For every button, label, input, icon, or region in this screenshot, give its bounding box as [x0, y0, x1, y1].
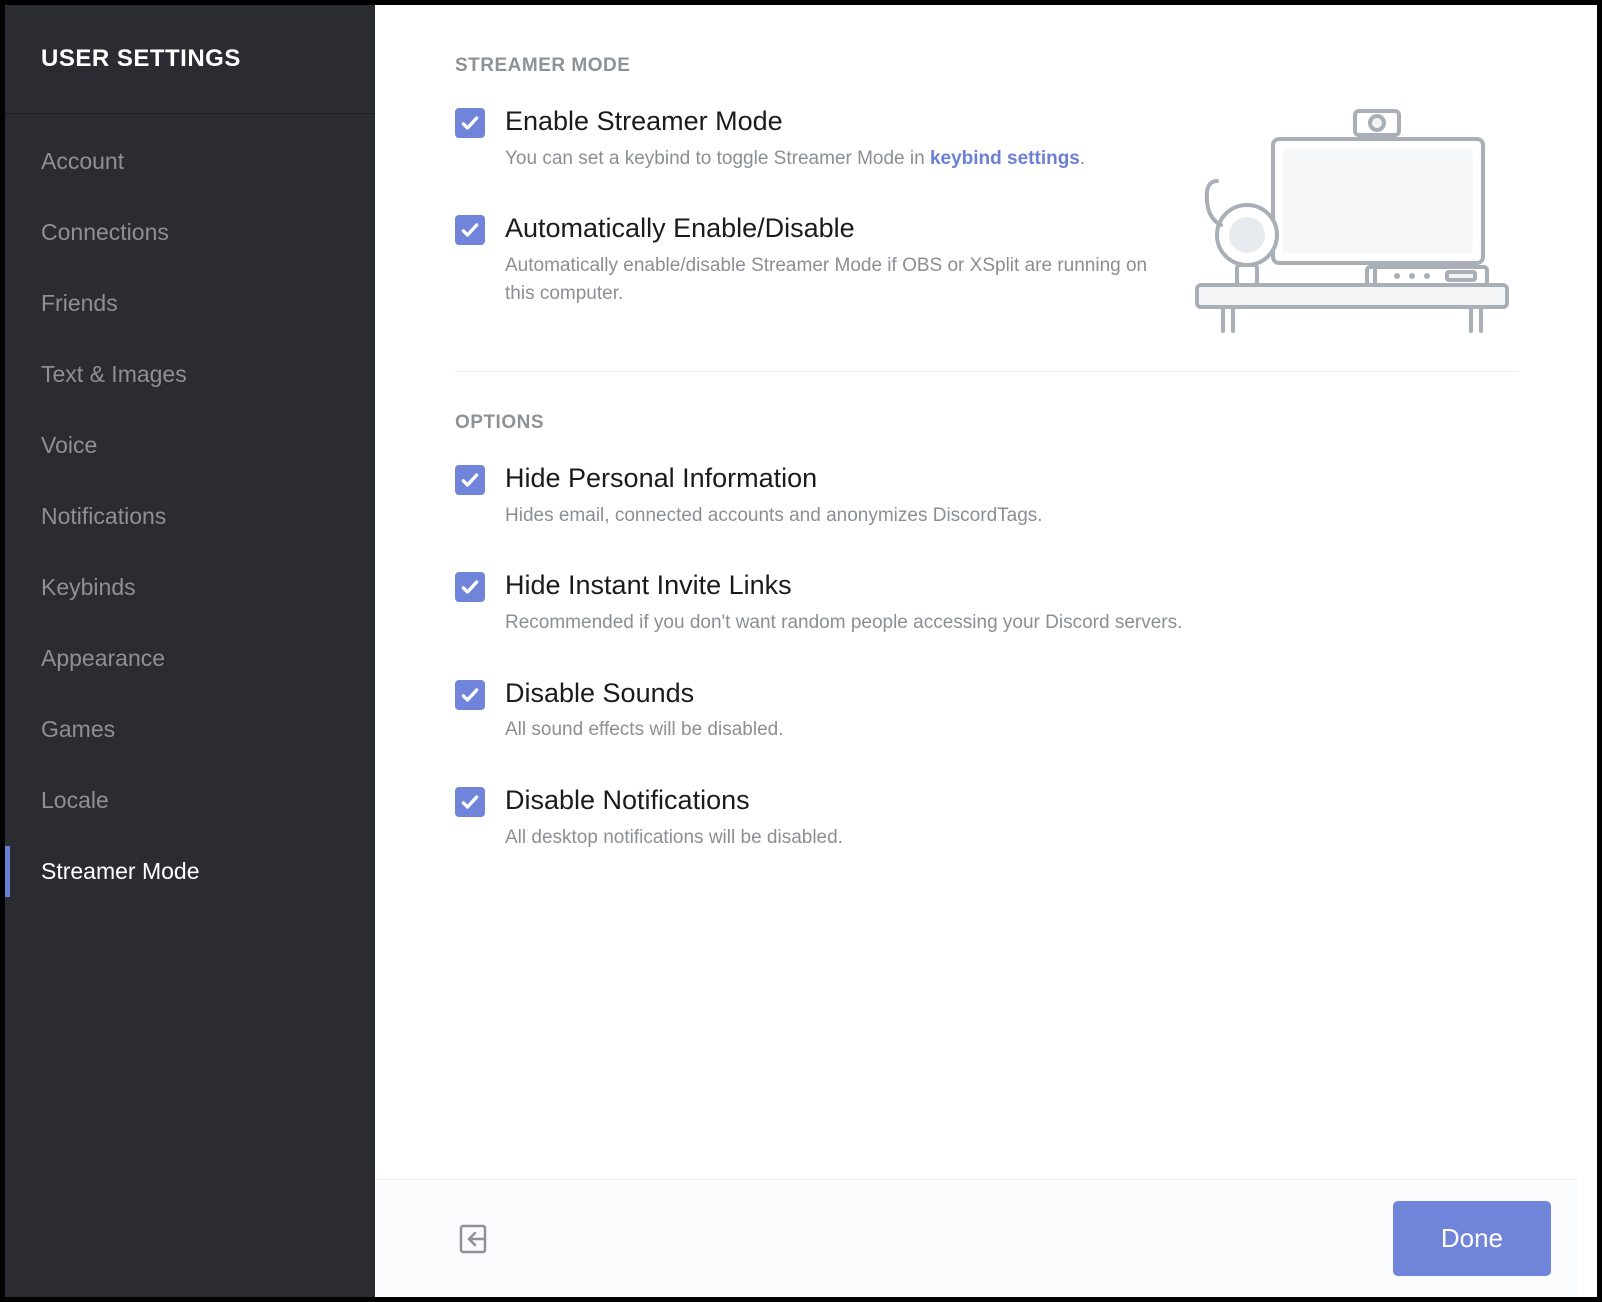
scrollbar[interactable]: [1577, 5, 1597, 1297]
sidebar-item-label: Connections: [41, 219, 169, 245]
checkbox-disable-sounds[interactable]: [455, 680, 485, 710]
setting-disable-notifications: Disable Notifications All desktop notifi…: [455, 784, 1517, 851]
section-divider: [455, 371, 1517, 372]
checkmark-icon: [460, 577, 480, 597]
sidebar-item-locale[interactable]: Locale: [5, 765, 375, 836]
sidebar-item-label: Notifications: [41, 503, 166, 529]
setting-title: Disable Notifications: [505, 784, 1517, 818]
checkbox-auto-enable-disable[interactable]: [455, 215, 485, 245]
setting-auto-enable-disable: Automatically Enable/Disable Automatical…: [455, 212, 1157, 307]
sidebar-item-label: Streamer Mode: [41, 858, 200, 884]
sidebar-item-appearance[interactable]: Appearance: [5, 623, 375, 694]
back-button[interactable]: [455, 1221, 491, 1257]
sidebar-nav: Account Connections Friends Text & Image…: [5, 114, 375, 907]
setting-title: Enable Streamer Mode: [505, 105, 1157, 139]
setting-hide-invite-links: Hide Instant Invite Links Recommended if…: [455, 569, 1517, 636]
sidebar-item-label: Keybinds: [41, 574, 136, 600]
sidebar-item-label: Text & Images: [41, 361, 187, 387]
setting-title: Hide Instant Invite Links: [505, 569, 1517, 603]
streaming-setup-illustration: [1187, 95, 1517, 340]
sidebar-title: USER SETTINGS: [5, 5, 375, 114]
exit-icon: [455, 1221, 491, 1257]
setting-description: Hides email, connected accounts and anon…: [505, 502, 1517, 530]
setting-description: All sound effects will be disabled.: [505, 716, 1517, 744]
sidebar-item-account[interactable]: Account: [5, 126, 375, 197]
setting-description: Automatically enable/disable Streamer Mo…: [505, 252, 1157, 307]
checkbox-hide-invite-links[interactable]: [455, 572, 485, 602]
checkbox-disable-notifications[interactable]: [455, 787, 485, 817]
checkmark-icon: [460, 792, 480, 812]
section-header-streamer-mode: STREAMER MODE: [455, 55, 1517, 77]
sidebar-item-label: Account: [41, 148, 124, 174]
sidebar-item-label: Appearance: [41, 645, 165, 671]
sidebar-item-streamer-mode[interactable]: Streamer Mode: [5, 836, 375, 907]
section-header-options: OPTIONS: [455, 412, 1517, 434]
streamer-mode-row: Enable Streamer Mode You can set a keybi…: [455, 105, 1517, 347]
sidebar-item-label: Friends: [41, 290, 118, 316]
sidebar-item-text-images[interactable]: Text & Images: [5, 339, 375, 410]
sidebar-item-friends[interactable]: Friends: [5, 268, 375, 339]
setting-disable-sounds: Disable Sounds All sound effects will be…: [455, 677, 1517, 744]
sidebar-item-label: Voice: [41, 432, 97, 458]
checkmark-icon: [460, 220, 480, 240]
setting-title: Disable Sounds: [505, 677, 1517, 711]
setting-description: You can set a keybind to toggle Streamer…: [505, 145, 1157, 173]
done-button[interactable]: Done: [1393, 1201, 1551, 1276]
sidebar-item-keybinds[interactable]: Keybinds: [5, 552, 375, 623]
settings-window: USER SETTINGS Account Connections Friend…: [0, 0, 1602, 1302]
content-pane: STREAMER MODE Enable Streamer Mode You c…: [375, 5, 1597, 1297]
sidebar-item-notifications[interactable]: Notifications: [5, 481, 375, 552]
setting-title: Hide Personal Information: [505, 462, 1517, 496]
monitor-webcam-mic-icon: [1187, 95, 1517, 335]
sidebar-item-voice[interactable]: Voice: [5, 410, 375, 481]
sidebar-item-label: Games: [41, 716, 115, 742]
setting-description: Recommended if you don't want random peo…: [505, 609, 1517, 637]
checkbox-enable-streamer-mode[interactable]: [455, 108, 485, 138]
setting-desc-text: .: [1080, 148, 1085, 169]
setting-hide-personal-info: Hide Personal Information Hides email, c…: [455, 462, 1517, 529]
checkmark-icon: [460, 685, 480, 705]
checkmark-icon: [460, 470, 480, 490]
setting-desc-text: You can set a keybind to toggle Streamer…: [505, 148, 930, 169]
checkbox-hide-personal-info[interactable]: [455, 465, 485, 495]
sidebar: USER SETTINGS Account Connections Friend…: [5, 5, 375, 1297]
content-scroll: STREAMER MODE Enable Streamer Mode You c…: [375, 5, 1597, 1179]
setting-description: All desktop notifications will be disabl…: [505, 824, 1517, 852]
sidebar-item-games[interactable]: Games: [5, 694, 375, 765]
keybind-settings-link[interactable]: keybind settings: [930, 148, 1080, 169]
sidebar-item-connections[interactable]: Connections: [5, 197, 375, 268]
setting-enable-streamer-mode: Enable Streamer Mode You can set a keybi…: [455, 105, 1157, 172]
sidebar-item-label: Locale: [41, 787, 109, 813]
footer-bar: Done: [375, 1179, 1597, 1297]
setting-title: Automatically Enable/Disable: [505, 212, 1157, 246]
checkmark-icon: [460, 113, 480, 133]
